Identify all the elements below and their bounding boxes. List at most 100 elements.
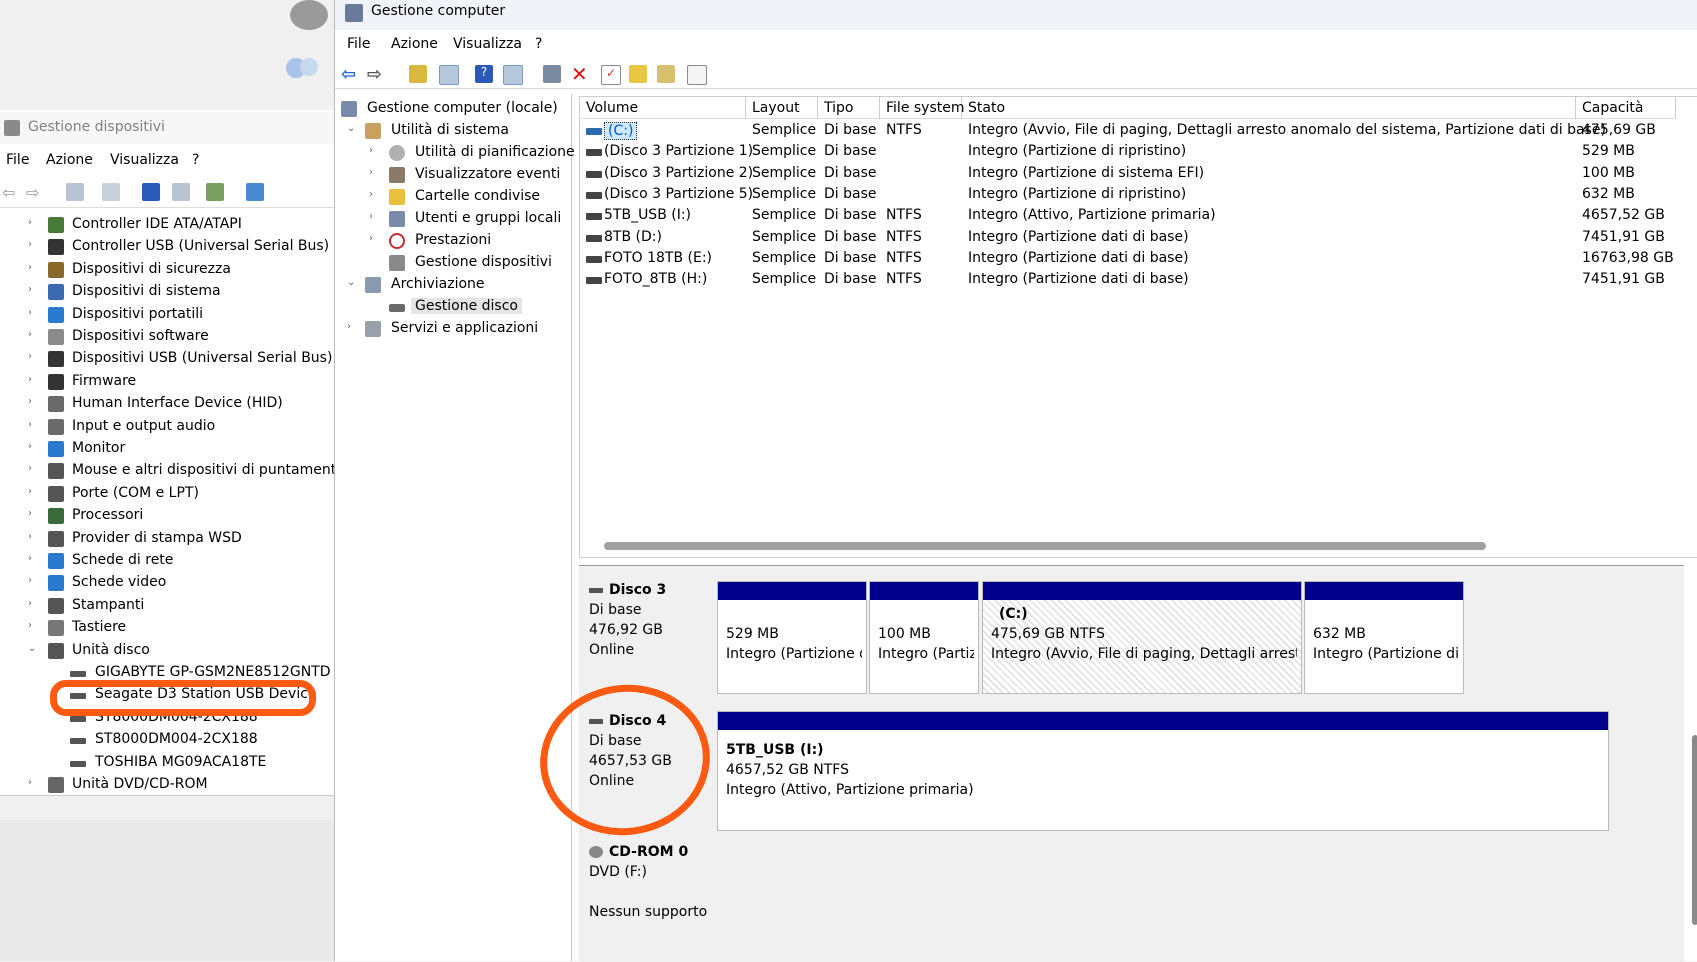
disk-drive-item[interactable]: ST8000DM004-2CX188 bbox=[0, 729, 334, 751]
device-category[interactable]: › Mouse e altri dispositivi di puntamento bbox=[0, 460, 334, 482]
checklist-icon[interactable]: ✓ bbox=[601, 65, 621, 85]
device-category[interactable]: › Controller USB (Universal Serial Bus) bbox=[0, 236, 334, 258]
col-filesystem[interactable]: File system bbox=[880, 97, 965, 119]
action-pane-icon[interactable] bbox=[503, 65, 523, 85]
folder-up-icon[interactable] bbox=[629, 65, 647, 83]
volume-row[interactable]: FOTO 18TB (E:) Semplice Di base NTFS Integro… bbox=[580, 249, 1697, 270]
chevron-down-icon[interactable]: ⌄ bbox=[347, 277, 355, 288]
scan-hardware-icon[interactable] bbox=[246, 183, 264, 201]
main-menu-help[interactable]: ? bbox=[535, 36, 542, 52]
forward-arrow-icon[interactable]: ⇨ bbox=[26, 183, 44, 202]
update-driver-icon[interactable] bbox=[206, 183, 224, 201]
chevron-right-icon[interactable]: › bbox=[369, 145, 373, 156]
chevron-right-icon[interactable]: › bbox=[28, 486, 32, 497]
chevron-right-icon[interactable]: › bbox=[28, 553, 32, 564]
chevron-right-icon[interactable]: › bbox=[28, 374, 32, 385]
back-arrow-icon[interactable]: ⇦ bbox=[341, 64, 359, 85]
chevron-right-icon[interactable]: › bbox=[28, 598, 32, 609]
main-menu-file[interactable]: File bbox=[347, 36, 370, 52]
connect-icon[interactable] bbox=[543, 65, 561, 83]
col-capacity[interactable]: Capacità bbox=[1576, 97, 1676, 119]
back-arrow-icon[interactable]: ⇦ bbox=[2, 183, 20, 202]
chevron-right-icon[interactable]: › bbox=[28, 262, 32, 273]
menu-view[interactable]: Visualizza bbox=[110, 152, 179, 168]
device-category[interactable]: › Firmware bbox=[0, 371, 334, 393]
device-category[interactable]: › Dispositivi USB (Universal Serial Bus) bbox=[0, 348, 334, 370]
chevron-right-icon[interactable]: › bbox=[28, 307, 32, 318]
chevron-right-icon[interactable]: › bbox=[28, 575, 32, 586]
main-menu-view[interactable]: Visualizza bbox=[453, 36, 522, 52]
chevron-right-icon[interactable]: › bbox=[28, 217, 32, 228]
device-category[interactable]: › Controller IDE ATA/ATAPI bbox=[0, 214, 334, 236]
nav-device-manager[interactable]: Gestione dispositivi bbox=[335, 252, 571, 274]
chevron-right-icon[interactable]: › bbox=[28, 329, 32, 340]
col-status[interactable]: Stato bbox=[962, 97, 1576, 119]
device-category[interactable]: › Porte (COM e LPT) bbox=[0, 483, 334, 505]
chevron-down-icon[interactable]: ⌄ bbox=[28, 643, 36, 654]
device-category[interactable]: › Provider di stampa WSD bbox=[0, 528, 334, 550]
forward-arrow-icon[interactable]: ⇨ bbox=[367, 64, 385, 85]
help-icon[interactable]: ? bbox=[475, 65, 493, 83]
chevron-right-icon[interactable]: › bbox=[28, 419, 32, 430]
disk3-partition-1[interactable]: 529 MB Integro (Partizione d bbox=[717, 581, 867, 694]
chevron-right-icon[interactable]: › bbox=[369, 189, 373, 200]
menu-action[interactable]: Azione bbox=[46, 152, 93, 168]
chevron-right-icon[interactable]: › bbox=[28, 620, 32, 631]
chevron-down-icon[interactable]: ⌄ bbox=[347, 123, 355, 134]
device-category[interactable]: › Unità DVD/CD-ROM bbox=[0, 774, 334, 794]
device-category[interactable]: › Human Interface Device (HID) bbox=[0, 393, 334, 415]
horizontal-scrollbar[interactable] bbox=[604, 542, 1486, 550]
col-type[interactable]: Tipo bbox=[818, 97, 880, 119]
help-icon[interactable] bbox=[142, 183, 160, 201]
disk4-partition-i[interactable]: 5TB_USB (I:) 4657,52 GB NTFS Integro (Atti… bbox=[717, 711, 1609, 831]
nav-disk-management[interactable]: Gestione disco bbox=[335, 296, 571, 318]
device-category[interactable]: › Processori bbox=[0, 505, 334, 527]
nav-task-scheduler[interactable]: › Utilità di pianificazione bbox=[335, 142, 575, 164]
nav-storage[interactable]: ⌄ Archiviazione bbox=[335, 274, 571, 296]
chevron-right-icon[interactable]: › bbox=[28, 441, 32, 452]
device-category[interactable]: › Tastiere bbox=[0, 617, 334, 639]
device-category[interactable]: › Schede video bbox=[0, 572, 334, 594]
device-category[interactable]: › Schede di rete bbox=[0, 550, 334, 572]
disk3-label[interactable]: Disco 3 Di base 476,92 GB Online bbox=[579, 580, 717, 698]
device-category[interactable]: › Input e output audio bbox=[0, 416, 334, 438]
col-volume[interactable]: Volume bbox=[580, 97, 746, 119]
chevron-right-icon[interactable]: › bbox=[28, 463, 32, 474]
chevron-right-icon[interactable]: › bbox=[369, 211, 373, 222]
device-category[interactable]: › Stampanti bbox=[0, 595, 334, 617]
menu-help[interactable]: ? bbox=[192, 152, 199, 168]
disk3-partition-c[interactable]: (C:) 475,69 GB NTFS Integro (Avvio, File d… bbox=[982, 581, 1302, 694]
search-folder-icon[interactable] bbox=[657, 65, 675, 83]
volume-row[interactable]: (Disco 3 Partizione 5) Semplice Di base Int… bbox=[580, 185, 1697, 206]
chevron-right-icon[interactable]: › bbox=[347, 321, 351, 332]
delete-icon[interactable]: ✕ bbox=[571, 62, 589, 86]
chevron-right-icon[interactable]: › bbox=[369, 233, 373, 244]
volume-row[interactable]: FOTO_8TB (H:) Semplice Di base NTFS Integro … bbox=[580, 270, 1697, 291]
document-icon[interactable] bbox=[102, 183, 120, 201]
chevron-right-icon[interactable]: › bbox=[28, 239, 32, 250]
volume-row[interactable]: (Disco 3 Partizione 2) Semplice Di base Int… bbox=[580, 164, 1697, 185]
device-category[interactable]: › Monitor bbox=[0, 438, 334, 460]
volume-row[interactable]: (C:) Semplice Di base NTFS Integro (Avvio, F… bbox=[580, 121, 1697, 142]
chevron-right-icon[interactable]: › bbox=[28, 396, 32, 407]
nav-services-apps[interactable]: › Servizi e applicazioni bbox=[335, 318, 571, 340]
panel-icon[interactable] bbox=[172, 183, 190, 201]
properties-icon[interactable] bbox=[687, 65, 707, 85]
main-menu-action[interactable]: Azione bbox=[391, 36, 438, 52]
chevron-right-icon[interactable]: › bbox=[369, 167, 373, 178]
chevron-right-icon[interactable]: › bbox=[28, 777, 32, 788]
chevron-right-icon[interactable]: › bbox=[28, 284, 32, 295]
volume-row[interactable]: 5TB_USB (I:) Semplice Di base NTFS Integro (… bbox=[580, 206, 1697, 227]
chevron-right-icon[interactable]: › bbox=[28, 531, 32, 542]
cdrom-label[interactable]: CD-ROM 0 DVD (F:) Nessun supporto bbox=[579, 842, 717, 960]
show-hide-tree-icon[interactable] bbox=[439, 65, 459, 85]
nav-event-viewer[interactable]: › Visualizzatore eventi bbox=[335, 164, 571, 186]
menu-file[interactable]: File bbox=[6, 152, 29, 168]
nav-root[interactable]: Gestione computer (locale) bbox=[335, 98, 571, 120]
device-category[interactable]: › Dispositivi di sistema bbox=[0, 281, 334, 303]
device-category[interactable]: › Dispositivi di sicurezza bbox=[0, 259, 334, 281]
device-category[interactable]: › Dispositivi software bbox=[0, 326, 334, 348]
disk3-partition-5[interactable]: 632 MB Integro (Partizione di bbox=[1304, 581, 1464, 694]
properties-icon[interactable] bbox=[66, 183, 84, 201]
chevron-right-icon[interactable]: › bbox=[28, 508, 32, 519]
